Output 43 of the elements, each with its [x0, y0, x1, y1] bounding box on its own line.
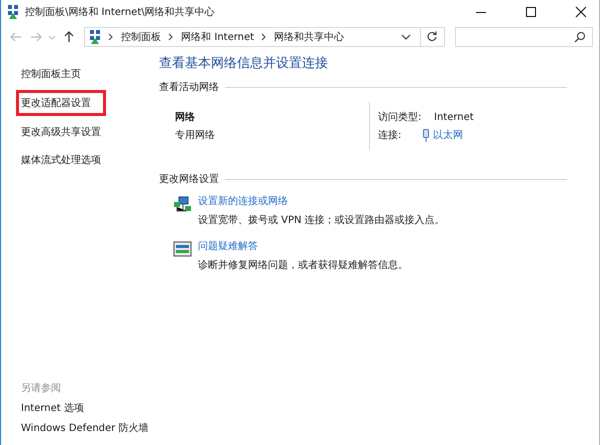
search-field[interactable]: [454, 27, 594, 47]
chevron-icon: [168, 33, 174, 41]
caret-icon: [48, 33, 56, 41]
see-also-heading: 另请参阅: [21, 382, 61, 395]
sidebar-link[interactable]: 媒体流式处理选项: [16, 148, 106, 172]
see-also-link[interactable]: Internet 选项: [21, 401, 84, 415]
address-bar[interactable]: 控制面板 网络和 Internet 网络和共享中心: [84, 27, 445, 47]
access-type-label: 访问类型:: [378, 110, 422, 124]
back-arrow-icon: [10, 31, 22, 43]
network-type: 专用网络: [175, 128, 216, 142]
breadcrumb[interactable]: 网络和 Internet: [181, 30, 254, 44]
task-link[interactable]: 设置新的连接或网络: [198, 194, 288, 208]
see-also-link[interactable]: Windows Defender 防火墙: [21, 421, 148, 435]
search-icon: [574, 31, 586, 43]
network-icon: [7, 4, 19, 20]
network-name: 网络: [175, 110, 196, 124]
breadcrumb[interactable]: 控制面板: [121, 30, 162, 44]
page-heading: 查看基本网络信息并设置连接: [159, 55, 329, 72]
maximize-icon: [523, 4, 539, 20]
network-icon: [89, 29, 102, 45]
caret-icon: [400, 32, 411, 42]
chevron-icon: [108, 33, 114, 41]
task-description: 诊断并修复网络问题，或者获得疑难解答信息。: [198, 258, 408, 272]
sidebar-link[interactable]: 更改适配器设置: [16, 90, 106, 116]
up-arrow-icon: [63, 31, 76, 43]
connection-link[interactable]: 以太网: [433, 128, 463, 142]
refresh-icon: [426, 31, 438, 43]
chevron-icon: [261, 33, 268, 41]
forward-arrow-icon: [30, 31, 42, 43]
sidebar-link[interactable]: 更改高级共享设置: [16, 120, 106, 144]
task-link[interactable]: 问题疑难解答: [198, 239, 258, 253]
ethernet-icon: [422, 128, 430, 142]
breadcrumb[interactable]: 网络和共享中心: [274, 30, 344, 44]
task-description: 设置宽带、拨号或 VPN 连接；或设置路由器或接入点。: [198, 214, 445, 227]
connection-label: 连接:: [378, 128, 402, 142]
section-title: 查看活动网络: [159, 80, 219, 94]
close-icon: [573, 4, 589, 20]
network-setup-icon: [173, 195, 192, 213]
access-type-value: Internet: [434, 112, 474, 122]
troubleshooter-icon: [173, 240, 192, 258]
window-title: 控制面板\网络和 Internet\网络和共享中心: [25, 6, 215, 19]
sidebar-link[interactable]: 控制面板主页: [16, 62, 86, 86]
section-title: 更改网络设置: [159, 172, 219, 186]
